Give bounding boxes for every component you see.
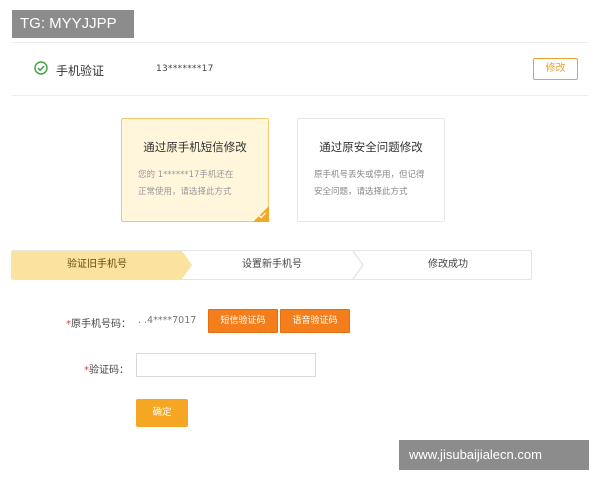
option-desc-line: 安全问题，请选择此方式 [314, 187, 408, 197]
chevron-right-icon [352, 251, 364, 279]
step-arrow [182, 251, 192, 279]
progress-steps: 验证旧手机号 设置新手机号 修改成功 [11, 250, 532, 280]
option-desc-line: 正常使用，请选择此方式 [138, 187, 232, 197]
step-set-new-phone: 设置新手机号 [242, 259, 302, 270]
url-watermark: www.jisubaijialecn.com [399, 440, 589, 470]
phone-verification-row: 手机验证 13*******17 修改 [12, 50, 588, 90]
confirm-button[interactable]: 确定 [136, 399, 188, 427]
old-phone-label-text: 原手机号码： [71, 319, 131, 330]
voice-code-button[interactable]: 语音验证码 [280, 309, 350, 333]
tg-watermark: TG: MYYJJPP [12, 10, 134, 38]
option-title: 通过原安全问题修改 [319, 140, 423, 154]
code-label-text: 验证码： [89, 365, 129, 376]
old-phone-value: . .4****7017 [138, 315, 197, 326]
sms-code-button[interactable]: 短信验证码 [208, 309, 278, 333]
divider [12, 42, 588, 43]
old-phone-label: *原手机号码： [66, 315, 131, 330]
option-description: 您的 1******17手机还在 正常使用，请选择此方式 [138, 167, 256, 201]
masked-phone-number: 13*******17 [156, 64, 214, 74]
option-sms-card[interactable]: 通过原手机短信修改 您的 1******17手机还在 正常使用，请选择此方式 [121, 118, 269, 222]
check-circle-icon [34, 61, 48, 75]
checkmark-icon [258, 212, 266, 219]
verification-code-input[interactable] [136, 353, 316, 377]
edit-button[interactable]: 修改 [533, 58, 578, 80]
divider [12, 95, 588, 96]
option-desc-line: 您的 1******17手机还在 [138, 170, 234, 180]
option-description: 原手机号丢失或停用，但记得 安全问题，请选择此方式 [314, 167, 432, 201]
phone-verification-label: 手机验证 [56, 64, 105, 78]
step-verify-old-phone: 验证旧手机号 [12, 251, 182, 279]
option-title: 通过原手机短信修改 [143, 140, 247, 154]
code-label: *验证码： [84, 361, 129, 376]
step-success: 修改成功 [428, 259, 468, 270]
option-desc-line: 原手机号丢失或停用，但记得 [314, 170, 425, 180]
option-security-question-card[interactable]: 通过原安全问题修改 原手机号丢失或停用，但记得 安全问题，请选择此方式 [297, 118, 445, 222]
